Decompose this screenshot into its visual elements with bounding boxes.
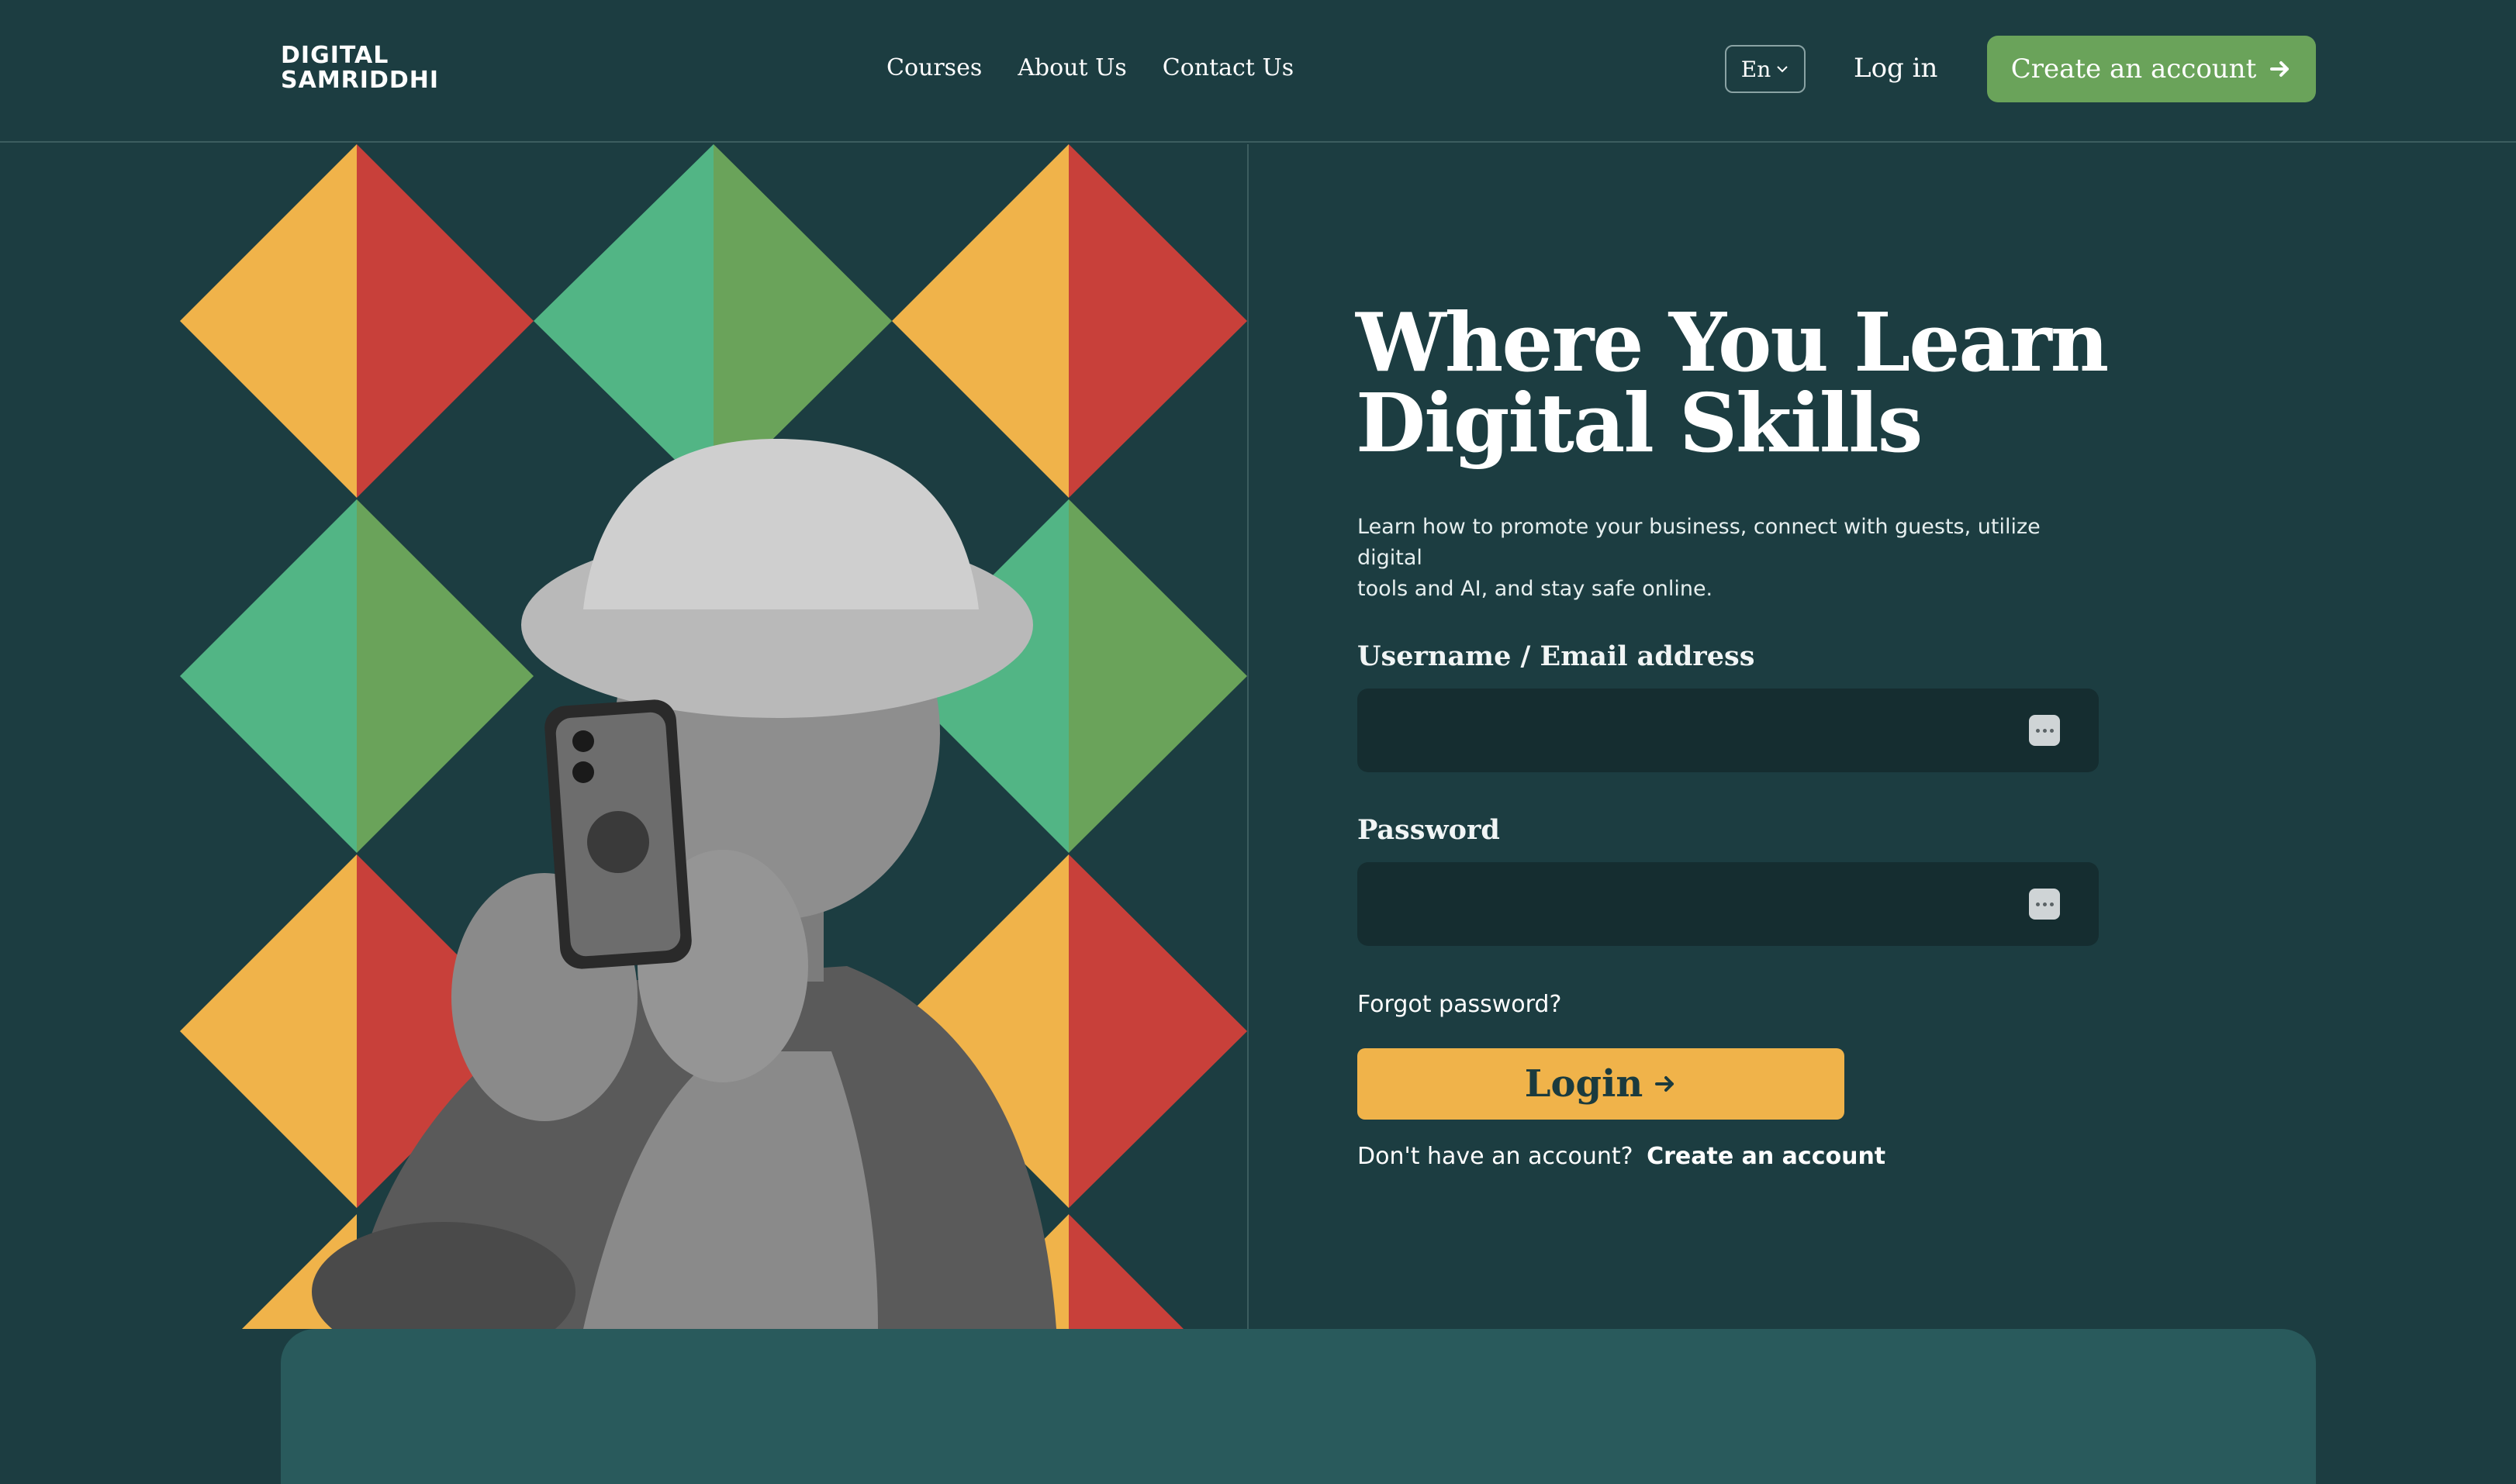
language-value: En [1740, 56, 1771, 82]
brand-line-1: DIGITAL [281, 42, 389, 69]
subtitle-line-2: tools and AI, and stay safe online. [1357, 577, 1713, 601]
language-select[interactable]: En [1725, 45, 1806, 93]
username-field-wrapper [1357, 689, 2099, 772]
section-divider [1247, 144, 1249, 1329]
login-button-label: Login [1524, 1062, 1643, 1106]
signup-prompt-text: Don't have an account? [1357, 1143, 1633, 1170]
create-account-label: Create an account [2010, 53, 2257, 85]
brand-line-2: SAMRIDDHI [281, 67, 440, 94]
main-nav: Courses About Us Contact Us [886, 50, 1294, 87]
nav-contact-us[interactable]: Contact Us [1163, 50, 1294, 87]
page-subtitle: Learn how to promote your business, conn… [1357, 512, 2102, 605]
site-header: DIGITAL SAMRIDDHI Courses About Us Conta… [0, 0, 2516, 143]
chevron-down-icon [1777, 66, 1788, 73]
nav-courses[interactable]: Courses [886, 50, 982, 87]
password-manager-icon[interactable] [2029, 889, 2060, 920]
forgot-password-link[interactable]: Forgot password? [1357, 991, 1561, 1018]
brand-logo[interactable]: DIGITAL SAMRIDDHI [281, 43, 439, 93]
login-button[interactable]: Login [1357, 1048, 1844, 1120]
title-line-2: Digital Skills [1356, 375, 1923, 471]
signup-prompt: Don't have an account? Create an account [1357, 1143, 1885, 1170]
header-login-link[interactable]: Log in [1854, 48, 1937, 88]
arrow-right-icon [1655, 1076, 1674, 1092]
nav-about-us[interactable]: About Us [1018, 50, 1127, 87]
hero-illustration [180, 144, 1249, 1329]
password-manager-icon[interactable] [2029, 715, 2060, 746]
create-account-button[interactable]: Create an account [1987, 36, 2316, 102]
username-label: Username / Email address [1357, 640, 1755, 672]
arrow-right-icon [2270, 61, 2290, 77]
page-title: Where You Learn Digital Skills [1356, 302, 2209, 464]
password-input[interactable] [1357, 862, 2099, 946]
password-label: Password [1357, 814, 1500, 846]
password-field-wrapper [1357, 862, 2099, 946]
subtitle-line-1: Learn how to promote your business, conn… [1357, 515, 2041, 570]
signup-link[interactable]: Create an account [1647, 1143, 1885, 1170]
content-panel [281, 1329, 2316, 1484]
username-input[interactable] [1357, 689, 2099, 772]
